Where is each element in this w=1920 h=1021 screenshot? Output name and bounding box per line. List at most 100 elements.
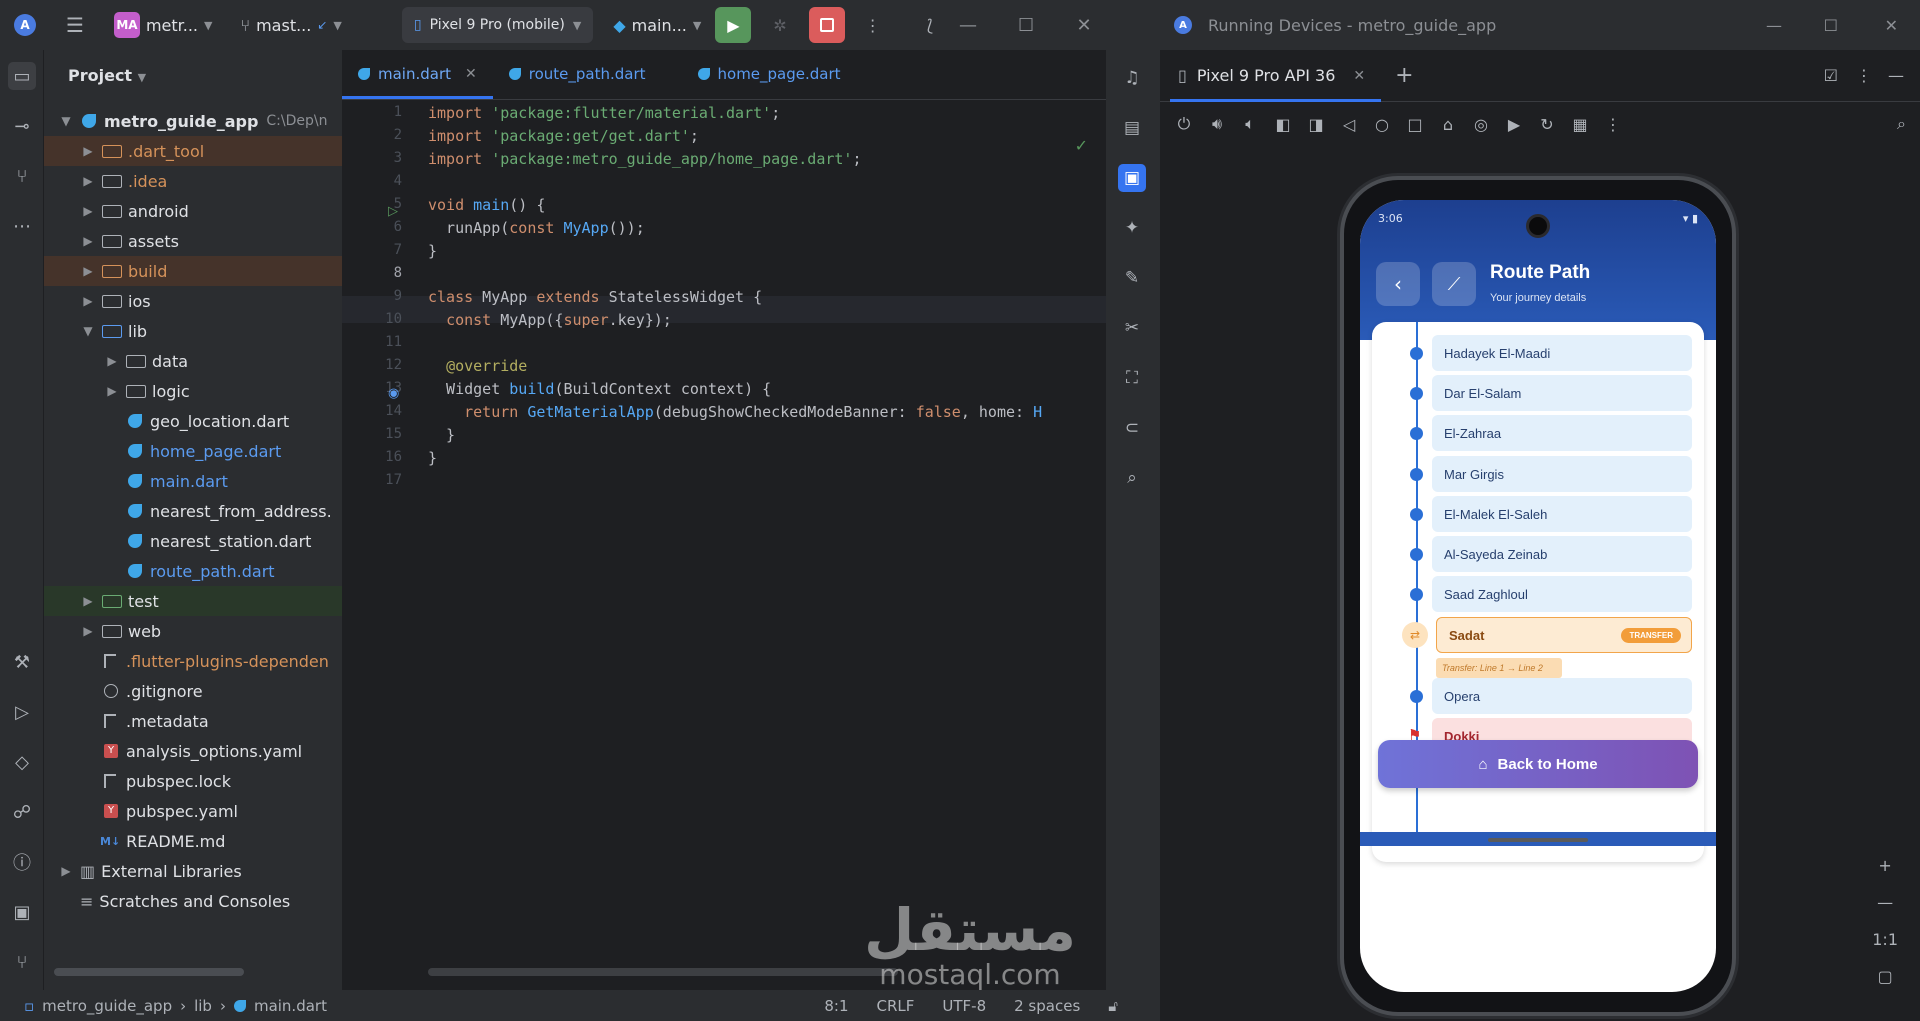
gesture-home-indicator[interactable]	[1488, 838, 1588, 842]
add-device-icon[interactable]: +	[1395, 63, 1413, 88]
minimize-button[interactable]: —	[939, 15, 997, 36]
power-icon[interactable]: ⏻	[1174, 114, 1194, 134]
tree-item-web[interactable]: ▶ web	[44, 616, 342, 646]
logcat-icon[interactable]: ☍	[8, 798, 36, 826]
breadcrumb-dir[interactable]: lib	[194, 997, 212, 1015]
more-actions-icon[interactable]: ⋮	[865, 16, 881, 35]
tree-item-geo-location[interactable]: geo_location.dart	[44, 406, 342, 436]
flutter-inspector-icon[interactable]: ⟅	[927, 16, 933, 35]
station-item[interactable]: El-Malek El-Saleh	[1432, 496, 1692, 532]
transfer-station-item[interactable]: Sadat TRANSFER	[1436, 617, 1692, 653]
device-screen[interactable]: 3:06 ▾ ▮ ‹ ⟋ Route Path Your journey det…	[1360, 200, 1716, 992]
station-item[interactable]: Dar El-Salam	[1432, 375, 1692, 411]
volume-down-icon[interactable]: 🔈︎	[1240, 114, 1260, 134]
tab-main-dart[interactable]: main.dart ✕	[342, 49, 493, 99]
stop-button[interactable]	[808, 7, 845, 43]
window-options-icon[interactable]: ☑	[1824, 66, 1838, 85]
device-manager-icon[interactable]: ▤	[1118, 114, 1146, 142]
tree-item-idea[interactable]: ▶ .idea	[44, 166, 342, 196]
file-encoding[interactable]: UTF-8	[942, 997, 986, 1015]
tree-root[interactable]: ▼ metro_guide_app C:\Dep\n	[44, 106, 342, 136]
tree-item-build[interactable]: ▶ build	[44, 256, 342, 286]
maximize-button[interactable]: ☐	[1824, 16, 1838, 35]
zoom-in-icon[interactable]: +	[1878, 856, 1891, 875]
more-options-icon[interactable]: ⋮	[1856, 66, 1872, 85]
branch-selector[interactable]: ⑂ mast... ↙ ▼	[240, 16, 341, 35]
tree-item-pubspec-lock[interactable]: pubspec.lock	[44, 766, 342, 796]
project-selector[interactable]: MA metr... ▼	[113, 12, 212, 38]
tab-route-path-dart[interactable]: route_path.dart	[493, 49, 662, 99]
tree-item-lib[interactable]: ▼ lib	[44, 316, 342, 346]
station-item[interactable]: Hadayek El-Maadi	[1432, 335, 1692, 371]
run-button[interactable]: ▶	[715, 7, 752, 43]
pull-requests-icon[interactable]: ⑂	[8, 162, 36, 190]
station-item[interactable]: Saad Zaghloul	[1432, 576, 1692, 612]
tools-icon[interactable]: ✂	[1118, 314, 1146, 342]
fold-icon[interactable]: ⌂	[1438, 115, 1458, 134]
tree-item-logic[interactable]: ▶ logic	[44, 376, 342, 406]
device-selector[interactable]: ▯ Pixel 9 Pro (mobile) ▼	[401, 7, 594, 43]
station-item[interactable]: Opera	[1432, 678, 1692, 714]
tree-item-route-path[interactable]: route_path.dart	[44, 556, 342, 586]
reset-icon[interactable]: ↻	[1537, 115, 1557, 134]
code-editor[interactable]: main.dart ✕ route_path.dart home_page.da…	[342, 50, 1106, 990]
debug-icon[interactable]: ✲	[773, 16, 786, 35]
volume-up-icon[interactable]: 🔊︎	[1207, 114, 1227, 134]
emulator-icon[interactable]: ⛶	[1118, 364, 1146, 392]
minimize-button[interactable]: —	[1766, 16, 1782, 35]
no-problems-check-icon[interactable]: ✓	[1075, 136, 1088, 155]
project-tool-icon[interactable]: ▭	[8, 62, 36, 90]
tree-item-android[interactable]: ▶ android	[44, 196, 342, 226]
tree-item-external-libraries[interactable]: ▶ ▥ External Libraries	[44, 856, 342, 886]
station-item[interactable]: El-Zahraa	[1432, 415, 1692, 451]
project-panel-scrollbar[interactable]	[54, 968, 244, 976]
tree-item-scratches[interactable]: ≡ Scratches and Consoles	[44, 886, 342, 916]
tree-item-readme[interactable]: M↓ README.md	[44, 826, 342, 856]
lock-icon[interactable]: 🔓︎	[1108, 997, 1118, 1015]
gemini-icon[interactable]: ◇	[8, 748, 36, 776]
link-icon[interactable]: ⊂	[1118, 414, 1146, 442]
breadcrumb-file[interactable]: main.dart	[254, 997, 327, 1015]
back-to-home-button[interactable]: ⌂ Back to Home	[1378, 740, 1698, 788]
line-endings[interactable]: CRLF	[877, 997, 915, 1015]
maximize-button[interactable]: ☐	[997, 15, 1055, 36]
tree-item-assets[interactable]: ▶ assets	[44, 226, 342, 256]
zoom-out-icon[interactable]: —	[1877, 893, 1893, 912]
tree-item-ios[interactable]: ▶ ios	[44, 286, 342, 316]
run-gutter-icon[interactable]: ▷	[388, 204, 398, 219]
tree-item-pubspec-yaml[interactable]: Y pubspec.yaml	[44, 796, 342, 826]
project-panel-header[interactable]: Project ▼	[68, 66, 146, 85]
tree-item-data[interactable]: ▶ data	[44, 346, 342, 376]
close-icon[interactable]: ✕	[465, 66, 477, 82]
tree-item-nearest-station[interactable]: nearest_station.dart	[44, 526, 342, 556]
commit-icon[interactable]: ⊸	[8, 112, 36, 140]
tree-item-home-page[interactable]: home_page.dart	[44, 436, 342, 466]
back-nav-icon[interactable]: ◁	[1339, 115, 1359, 134]
display-settings-icon[interactable]: ▦	[1570, 115, 1590, 134]
cursor-position[interactable]: 8:1	[824, 997, 848, 1015]
back-button[interactable]: ‹	[1376, 262, 1420, 306]
more-options-icon[interactable]: ⋮	[1603, 115, 1623, 134]
screenshot-icon[interactable]: ◎	[1471, 115, 1491, 134]
run-config-selector[interactable]: ◆ main... ▼	[613, 16, 701, 35]
zoom-actual-size[interactable]: 1:1	[1872, 930, 1898, 949]
rotate-right-icon[interactable]: ◨	[1306, 115, 1326, 134]
running-devices-icon[interactable]: ▣	[1118, 164, 1146, 192]
main-menu-icon[interactable]: ☰	[66, 13, 84, 37]
overview-nav-icon[interactable]: □	[1405, 115, 1425, 134]
run-tool-icon[interactable]: ▷	[8, 698, 36, 726]
layout-inspector-icon[interactable]: ⌕	[1897, 114, 1906, 134]
tree-item-test[interactable]: ▶ test	[44, 586, 342, 616]
close-button[interactable]: ✕	[1885, 16, 1898, 35]
tree-item-metadata[interactable]: .metadata	[44, 706, 342, 736]
notifications-icon[interactable]: ♫	[1118, 64, 1146, 92]
tree-item-nearest-from-address[interactable]: nearest_from_address.	[44, 496, 342, 526]
tree-item-analysis-options[interactable]: Y analysis_options.yaml	[44, 736, 342, 766]
hide-panel-icon[interactable]: —	[1888, 66, 1904, 85]
problems-icon[interactable]: ⓘ	[8, 848, 36, 876]
station-item[interactable]: Mar Girgis	[1432, 456, 1692, 492]
tree-item-gitignore[interactable]: .gitignore	[44, 676, 342, 706]
build-icon[interactable]: ⚒	[8, 648, 36, 676]
breadcrumb-project[interactable]: metro_guide_app	[42, 997, 172, 1015]
home-nav-icon[interactable]: ○	[1372, 115, 1392, 134]
